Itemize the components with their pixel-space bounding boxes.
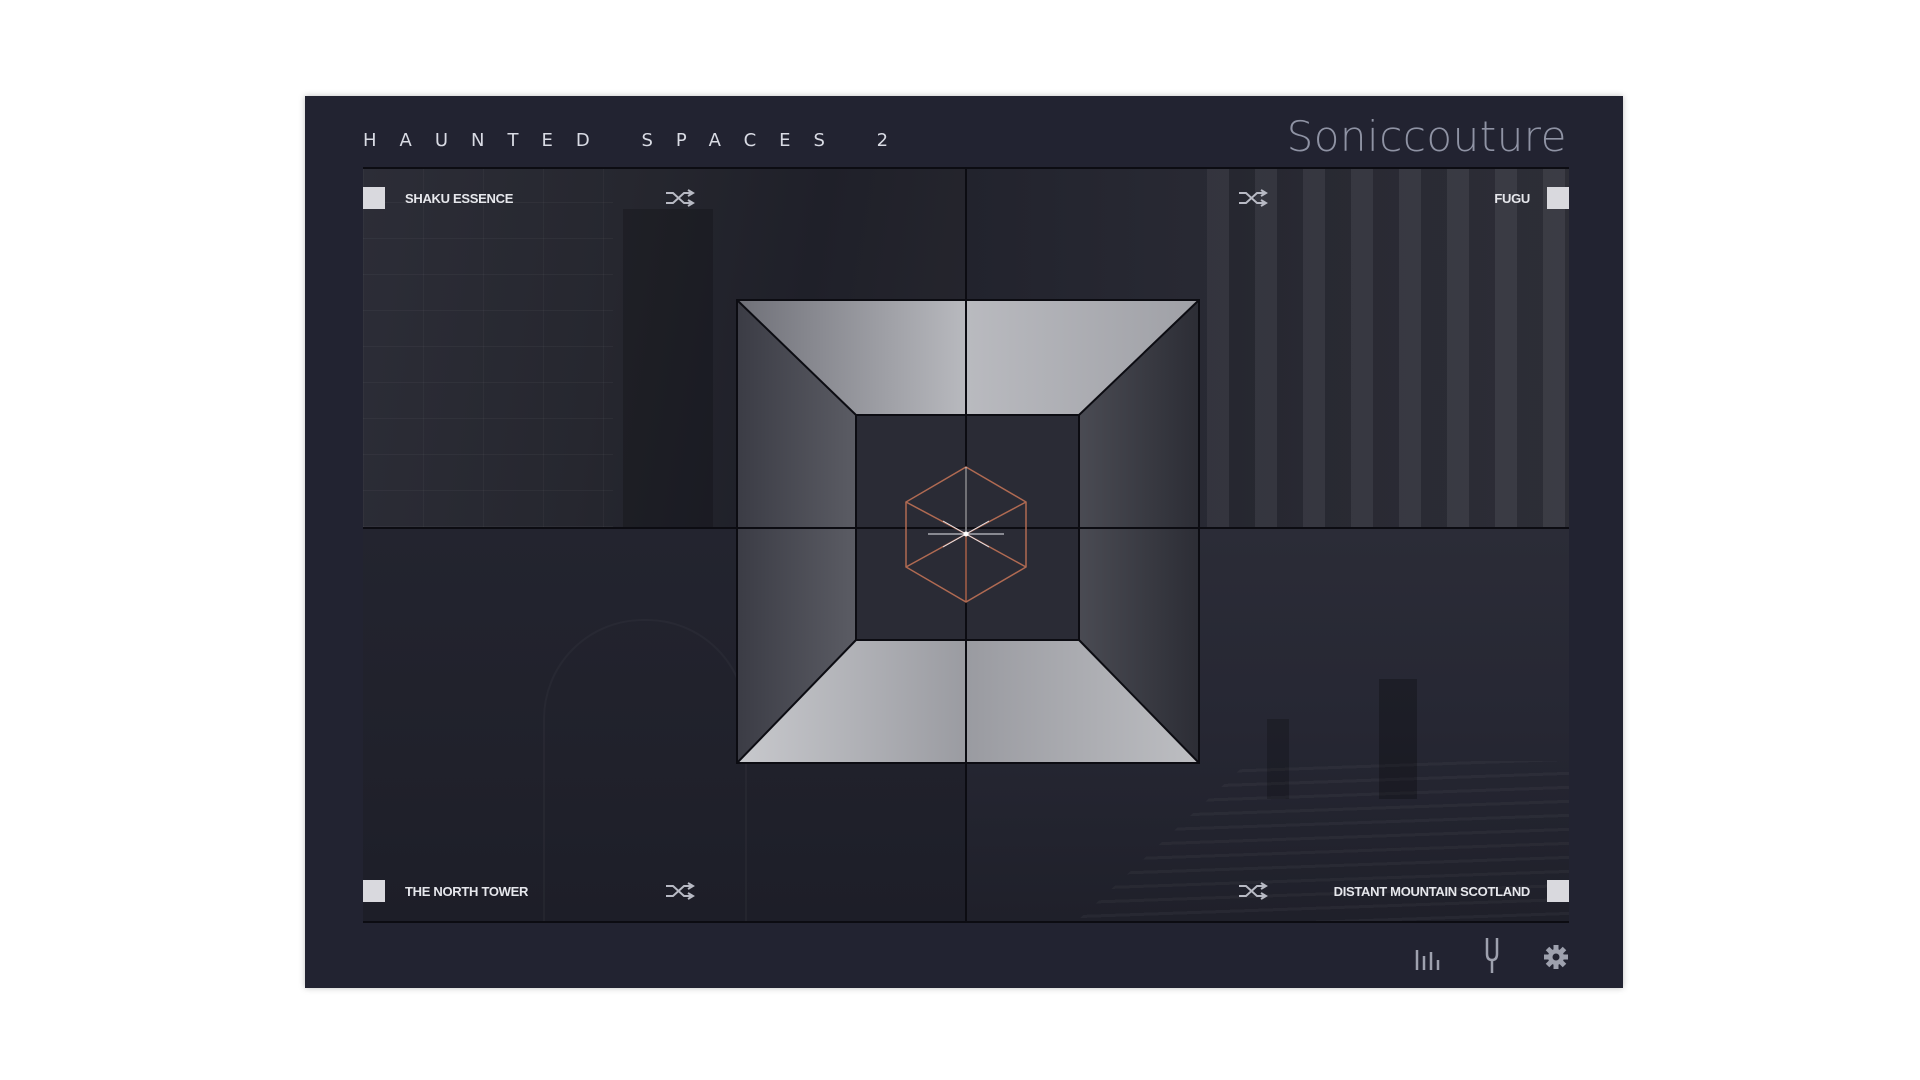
shuffle-icon bbox=[666, 189, 695, 207]
brand-logo: Soniccouture bbox=[1286, 112, 1567, 161]
enable-checkbox-top-right[interactable] bbox=[1547, 187, 1569, 209]
settings-button[interactable] bbox=[1541, 936, 1571, 974]
shuffle-button-top-left[interactable] bbox=[665, 189, 695, 207]
sound-label-bottom-left: THE NORTH TOWER bbox=[405, 884, 529, 899]
shuffle-button-top-right[interactable] bbox=[1238, 189, 1268, 207]
sound-label-top-left: SHAKU ESSENCE bbox=[405, 191, 514, 206]
perspective-room-graphic bbox=[363, 169, 1569, 921]
mixer-button[interactable] bbox=[1413, 936, 1443, 974]
mixer-bars-icon bbox=[1415, 950, 1440, 970]
shuffle-icon bbox=[1239, 882, 1268, 900]
xy-morph-stage[interactable]: SHAKU ESSENCE FUGU THE NORTH TOWER DISTA… bbox=[363, 169, 1569, 921]
shuffle-icon bbox=[666, 882, 695, 900]
instrument-window: HAUNTED SPACES 2 Soniccouture SHAKU ESSE… bbox=[305, 96, 1623, 988]
shuffle-button-bottom-right[interactable] bbox=[1238, 882, 1268, 900]
enable-checkbox-bottom-right[interactable] bbox=[1547, 880, 1569, 902]
sound-label-bottom-right: DISTANT MOUNTAIN SCOTLAND bbox=[1333, 884, 1531, 899]
enable-checkbox-top-left[interactable] bbox=[363, 187, 385, 209]
tuning-button[interactable] bbox=[1477, 936, 1507, 974]
tuning-fork-icon bbox=[1485, 938, 1499, 973]
shuffle-button-bottom-left[interactable] bbox=[665, 882, 695, 900]
sound-label-top-right: FUGU bbox=[1494, 191, 1530, 206]
gear-icon bbox=[1544, 945, 1568, 969]
instrument-title: HAUNTED SPACES 2 bbox=[363, 130, 912, 151]
shuffle-icon bbox=[1239, 189, 1268, 207]
bottom-divider bbox=[363, 921, 1569, 923]
enable-checkbox-bottom-left[interactable] bbox=[363, 880, 385, 902]
